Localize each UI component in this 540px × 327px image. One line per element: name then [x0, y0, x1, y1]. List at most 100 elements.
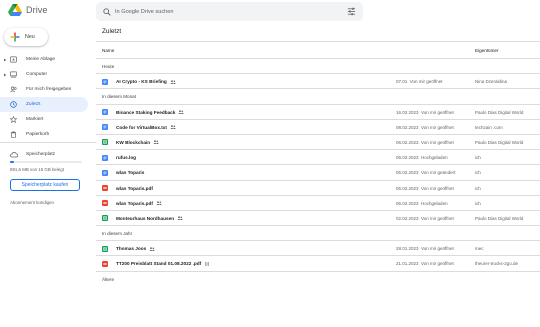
- search-bar[interactable]: [96, 2, 363, 21]
- file-name: AI Crypto - KS Briefing: [116, 79, 167, 85]
- file-row[interactable]: AI Crypto - KS Briefing 07.01 Von mir geö…: [96, 73, 540, 88]
- file-owner: Paulo Dias Digital World: [475, 139, 524, 145]
- pdf-file-icon: [102, 200, 108, 207]
- file-last-activity: 16.02.2023 Von mir geöffnet: [396, 110, 454, 115]
- file-row[interactable]: KW Blockchain 06.02.2023 Von mir geöffnet…: [96, 133, 540, 149]
- file-last-activity: 08.02.2023 Von mir geöffnet: [396, 125, 454, 130]
- sheet-file-icon: [102, 245, 108, 252]
- file-date: 06.02.2023: [396, 155, 419, 161]
- column-header-name[interactable]: Name: [102, 48, 114, 53]
- sidebar-item-recent[interactable]: Zuletzt: [0, 97, 88, 112]
- file-name-cell: Code for VirtualBox.txt: [116, 125, 176, 130]
- computer-icon: [10, 71, 17, 78]
- main-content: Zuletzt Name Eigentümer Heute AI Crypto -…: [96, 24, 540, 327]
- file-name: wlan Toparis.pdf: [116, 185, 153, 191]
- file-action: Von mir geändert: [421, 170, 456, 176]
- sidebar-item-label: Papierkorb: [26, 132, 50, 137]
- file-name-cell: Thomas Joos: [116, 246, 156, 252]
- top-bar: Drive: [0, 0, 540, 24]
- file-row[interactable]: rufus.log 06.02.2023 Hochgeladen ich: [96, 149, 540, 164]
- file-name: wlan Toparis: [116, 170, 145, 176]
- caret-right-icon[interactable]: [3, 73, 7, 77]
- file-owner: theurer-trucks-2go.de: [475, 261, 519, 267]
- file-last-activity: 07.01 Von mir geöffnet: [396, 79, 442, 84]
- file-date: 28.01.2023: [396, 246, 419, 252]
- file-action: Von mir geöffnet: [421, 109, 454, 115]
- people-icon: [10, 86, 17, 93]
- sidebar-item-label: Markiert: [26, 117, 44, 122]
- file-last-activity: 06.02.2023 Von mir geöffnet: [396, 140, 454, 145]
- section-label: Heute: [102, 64, 115, 69]
- sidebar-item-computer[interactable]: Computer: [0, 67, 88, 82]
- doc-file-icon: [102, 169, 108, 176]
- file-owner: mec: [475, 246, 484, 252]
- section-header: Heute: [96, 58, 540, 73]
- file-last-activity: 06.02.2023 Von mir geändert: [396, 170, 455, 175]
- cloud-icon: [10, 152, 18, 158]
- file-owner: Paulo Dias Digital World: [475, 215, 524, 221]
- file-action: Hochgeladen: [421, 200, 448, 206]
- file-owner: ich: [475, 170, 481, 176]
- file-row[interactable]: TT200 Preisblatt Stand 01.08.2022 .pdf 21…: [96, 255, 540, 270]
- sidebar-nav: Meine Ablage Computer Für mich freigegeb…: [0, 52, 96, 142]
- doc-file-icon: [102, 109, 108, 116]
- file-name: Binance Staking Feedback: [116, 109, 176, 115]
- file-row[interactable]: wlan Toparis.pdf 06.02.2023 Von mir geöff…: [96, 179, 540, 195]
- page-title: Zuletzt: [102, 28, 122, 35]
- sidebar-item-shared-with-me[interactable]: Für mich freigegeben: [0, 82, 88, 97]
- section-label: In diesem Monat: [102, 94, 136, 100]
- pdf-file-icon: [102, 260, 108, 267]
- document-badge-icon: [205, 261, 209, 266]
- shared-people-icon: [177, 216, 183, 221]
- file-owner: ich: [475, 185, 481, 191]
- file-name-cell: wlan Toparis.pdf: [116, 201, 162, 206]
- file-date: 06.02.2023: [396, 170, 419, 176]
- trash-icon: [10, 131, 17, 138]
- cancel-subscription-link[interactable]: Abonnement kündigen: [10, 200, 54, 205]
- section-header: In diesem Jahr: [96, 225, 540, 240]
- shared-people-icon: [178, 110, 185, 115]
- clock-icon: [10, 101, 17, 108]
- file-name-cell: Monteurhaus Nordhausen: [116, 216, 183, 221]
- file-owner: techzain .com: [475, 124, 503, 130]
- column-header-owner[interactable]: Eigentümer: [475, 48, 499, 53]
- file-action: Von mir geöffnet: [421, 261, 454, 267]
- file-name-cell: Binance Staking Feedback: [116, 109, 185, 115]
- file-name-cell: wlan Toparis: [116, 170, 144, 175]
- sheet-file-icon: [102, 215, 108, 222]
- file-row[interactable]: Monteurhaus Nordhausen 02.02.2023 Von mir…: [96, 209, 540, 225]
- file-name-cell: wlan Toparis.pdf: [116, 186, 153, 191]
- file-name: Thomas Joos: [116, 246, 147, 252]
- file-owner: ich: [475, 200, 481, 206]
- plus-icon: [10, 32, 20, 42]
- caret-right-icon[interactable]: [3, 58, 7, 62]
- sidebar-item-starred[interactable]: Markiert: [0, 112, 88, 127]
- file-row[interactable]: Binance Staking Feedback 16.02.2023 Von m…: [96, 103, 540, 119]
- file-row[interactable]: Code for VirtualBox.txt 08.02.2023 Von mi…: [96, 118, 540, 134]
- sidebar-item-label: Für mich freigegeben: [26, 87, 72, 92]
- sidebar-item-my-drive[interactable]: Meine Ablage: [0, 52, 88, 67]
- buy-storage-button[interactable]: Speicherplatz kaufen: [10, 179, 80, 191]
- file-row[interactable]: wlan Toparis.pdf 06.02.2023 Hochgeladen ic…: [96, 194, 540, 210]
- new-button-label: Neu: [25, 34, 35, 40]
- file-last-activity: 06.02.2023 Hochgeladen: [396, 155, 448, 160]
- section-label: Ältere: [102, 276, 115, 282]
- sidebar-divider: [0, 142, 96, 143]
- doc-file-icon: [102, 154, 108, 161]
- file-row[interactable]: wlan Toparis 06.02.2023 Von mir geändert i…: [96, 164, 540, 179]
- search-options-icon[interactable]: [347, 7, 356, 16]
- search-input[interactable]: [115, 8, 335, 15]
- sidebar-item-label: Zuletzt: [26, 102, 41, 107]
- drive-logo-icon: [8, 4, 22, 16]
- drive-logo[interactable]: Drive: [8, 4, 48, 16]
- section-label: In diesem Jahr: [102, 231, 133, 237]
- storage-label: Speicherplatz: [26, 152, 56, 157]
- file-row[interactable]: Thomas Joos 28.01.2023 Von mir geöffnet me…: [96, 240, 540, 255]
- file-name-cell: KW Blockchain: [116, 140, 159, 145]
- file-date: 06.02.2023: [396, 139, 419, 145]
- new-button[interactable]: Neu: [4, 28, 48, 46]
- sidebar-item-trash[interactable]: Papierkorb: [0, 127, 88, 142]
- file-owner: ich: [475, 155, 481, 161]
- sidebar-item-label: Computer: [26, 72, 48, 77]
- search-icon[interactable]: [103, 7, 111, 16]
